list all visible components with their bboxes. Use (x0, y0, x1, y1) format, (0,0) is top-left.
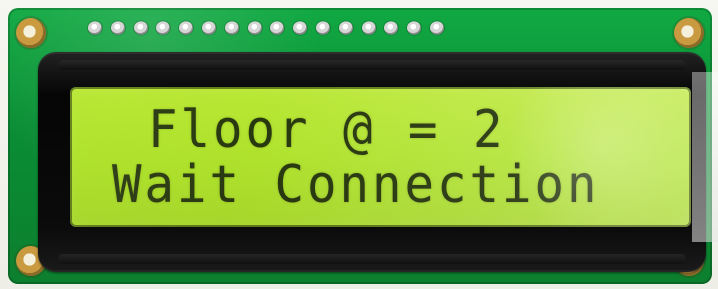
lcd-line-1: Floor @ = 2 (148, 99, 506, 160)
header-pin (88, 21, 102, 35)
header-pin (338, 21, 353, 35)
header-pin (133, 21, 148, 35)
header-pin (110, 21, 125, 35)
mounting-hole-top-left (16, 18, 46, 48)
header-pin (293, 21, 308, 35)
lcd-line-2: Wait Connection (112, 154, 600, 215)
lcd-board: Floor @ = 2 Wait Connection (8, 8, 712, 284)
header-pin (201, 21, 216, 35)
header-pin (270, 21, 285, 35)
header-pin (247, 21, 262, 35)
header-pin (156, 21, 171, 35)
header-pin (407, 21, 422, 35)
header-pin (179, 21, 194, 35)
lcd-scene: Floor @ = 2 Wait Connection (0, 0, 718, 289)
header-pin (361, 21, 376, 35)
header-pin (384, 21, 399, 35)
header-pin (315, 21, 330, 35)
header-pin (429, 21, 444, 35)
lcd-screen: Floor @ = 2 Wait Connection (70, 87, 691, 227)
background-edge (692, 72, 718, 242)
header-pins (88, 17, 444, 39)
mounting-hole-top-right (674, 18, 704, 48)
header-pin (224, 21, 239, 35)
